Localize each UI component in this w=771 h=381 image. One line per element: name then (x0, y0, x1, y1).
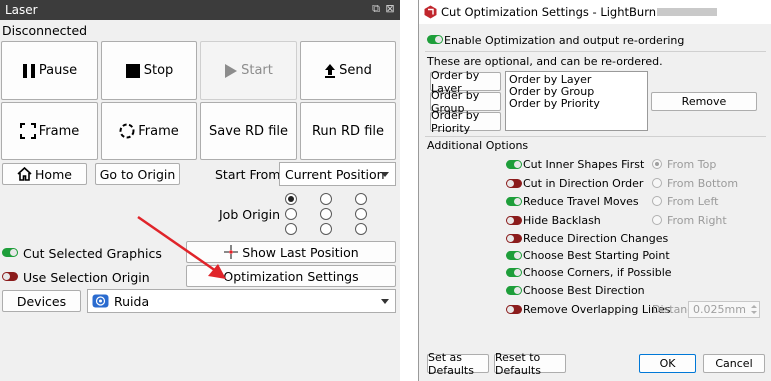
start-from-value: Current Position (285, 166, 385, 182)
cancel-button[interactable]: Cancel (703, 354, 765, 373)
devices-button[interactable]: Devices (2, 290, 81, 312)
annotation-arrow-icon (137, 215, 226, 279)
frame-circular-label: Frame (138, 123, 179, 139)
choose-best-starting-point-toggle[interactable] (506, 251, 522, 260)
laser-panel: Laser ⧉ ⊠ Disconnected Pause Stop Start … (0, 0, 400, 381)
from-top-label: From Top (667, 158, 717, 171)
additional-options-heading: Additional Options (427, 139, 529, 152)
frame-label: Frame (38, 123, 80, 139)
lightburn-app-icon (424, 5, 437, 19)
from-left-radio[interactable] (652, 196, 662, 206)
job-origin-radio-top-left[interactable] (285, 193, 297, 205)
choose-best-direction-toggle[interactable] (506, 286, 522, 295)
from-bottom-label: From Bottom (667, 177, 739, 190)
cut-selected-graphics-toggle[interactable] (2, 248, 18, 257)
job-origin-radio-top-right[interactable] (355, 193, 367, 205)
laser-panel-title: Laser (0, 0, 400, 20)
job-origin-radio-middle-center[interactable] (320, 208, 332, 220)
connection-status: Disconnected (2, 23, 88, 38)
show-last-position-label: Show Last Position (242, 244, 359, 260)
pause-icon (22, 63, 35, 78)
start-from-label: Start From: (215, 167, 285, 182)
send-label: Send (339, 63, 372, 78)
use-selection-origin-toggle[interactable] (2, 272, 18, 281)
cut-optimization-dialog: Cut Optimization Settings - LightBurn En… (418, 0, 771, 381)
cut-inner-shapes-first-label: Cut Inner Shapes First (523, 158, 645, 171)
go-to-origin-button[interactable]: Go to Origin (95, 163, 180, 185)
enable-optimization-toggle[interactable] (427, 35, 443, 44)
spin-up-icon[interactable] (751, 305, 757, 308)
choose-best-direction-label: Choose Best Direction (523, 284, 645, 297)
blurred-title-suffix (657, 8, 717, 16)
hide-backlash-toggle[interactable] (506, 216, 522, 225)
spin-down-icon[interactable] (751, 311, 757, 314)
ruida-device-icon (92, 294, 109, 308)
distance-spinbox[interactable]: 0.025mm (688, 301, 760, 318)
from-top-radio[interactable] (652, 159, 662, 169)
choose-best-starting-point-label: Choose Best Starting Point (523, 249, 670, 262)
dialog-title: Cut Optimization Settings - LightBurn (419, 0, 771, 24)
device-select[interactable]: Ruida (87, 289, 396, 313)
remove-overlapping-lines-label: Remove Overlapping Lines (523, 303, 671, 316)
frame-button[interactable]: Frame (1, 102, 98, 160)
job-origin-radio-middle-right[interactable] (355, 208, 367, 220)
chevron-down-icon (381, 299, 389, 304)
frame-dashed-circle-icon (119, 123, 135, 139)
set-as-defaults-button[interactable]: Set as Defaults (427, 351, 489, 377)
device-value: Ruida (114, 293, 150, 309)
from-bottom-radio[interactable] (652, 178, 662, 188)
close-icon[interactable]: ⊠ (383, 2, 397, 16)
start-from-select[interactable]: Current Position (279, 162, 396, 186)
job-origin-radio-middle-left[interactable] (285, 208, 297, 220)
stop-label: Stop (143, 63, 174, 78)
from-right-radio[interactable] (652, 215, 662, 225)
save-rd-file-button[interactable]: Save RD file (200, 102, 297, 160)
frame-circular-button[interactable]: Frame (101, 102, 197, 160)
home-button[interactable]: Home (2, 163, 87, 185)
chevron-down-icon (381, 172, 389, 177)
upload-arrow-icon (325, 63, 336, 78)
ok-button[interactable]: OK (639, 354, 696, 373)
remove-button[interactable]: Remove (651, 92, 757, 111)
frame-corners-icon (19, 123, 36, 139)
reduce-travel-moves-label: Reduce Travel Moves (523, 195, 639, 208)
stop-button[interactable]: Stop (101, 41, 197, 100)
stop-icon (125, 63, 140, 78)
enable-optimization-label: Enable Optimization and output re-orderi… (444, 34, 685, 47)
reduce-direction-changes-label: Reduce Direction Changes (523, 232, 669, 245)
order-list-item[interactable]: Order by Priority (506, 98, 647, 110)
start-button[interactable]: Start (200, 41, 297, 100)
job-origin-radio-bottom-left[interactable] (285, 223, 297, 235)
reduce-direction-changes-toggle[interactable] (506, 234, 522, 243)
pause-button[interactable]: Pause (1, 41, 98, 100)
from-left-label: From Left (667, 195, 719, 208)
reduce-travel-moves-toggle[interactable] (506, 197, 522, 206)
job-origin-radio-top-center[interactable] (320, 193, 332, 205)
cut-in-direction-order-toggle[interactable] (506, 179, 522, 188)
pause-label: Pause (38, 63, 78, 78)
remove-overlapping-lines-toggle[interactable] (506, 305, 522, 314)
divider (425, 136, 766, 137)
home-label: Home (35, 166, 72, 182)
job-origin-radio-bottom-center[interactable] (320, 223, 332, 235)
optional-note: These are optional, and can be re-ordere… (427, 55, 663, 68)
send-button[interactable]: Send (300, 41, 396, 100)
hide-backlash-label: Hide Backlash (523, 214, 601, 227)
cut-in-direction-order-label: Cut in Direction Order (523, 177, 644, 190)
run-rd-file-button[interactable]: Run RD file (300, 102, 396, 160)
distance-value: 0.025mm (693, 303, 746, 316)
order-by-priority-button[interactable]: Order by Priority (430, 109, 501, 135)
divider (425, 51, 766, 52)
start-label: Start (241, 63, 273, 78)
job-origin-radio-bottom-right[interactable] (355, 223, 367, 235)
home-icon (17, 167, 32, 181)
float-icon[interactable]: ⧉ (369, 2, 383, 16)
from-right-label: From Right (667, 214, 727, 227)
order-list[interactable]: Order by Layer Order by Group Order by P… (505, 71, 648, 131)
play-icon (225, 63, 238, 78)
cut-inner-shapes-first-toggle[interactable] (506, 160, 522, 169)
choose-corners-label: Choose Corners, if Possible (523, 266, 672, 279)
choose-corners-toggle[interactable] (506, 268, 522, 277)
reset-to-defaults-button[interactable]: Reset to Defaults (494, 351, 566, 377)
